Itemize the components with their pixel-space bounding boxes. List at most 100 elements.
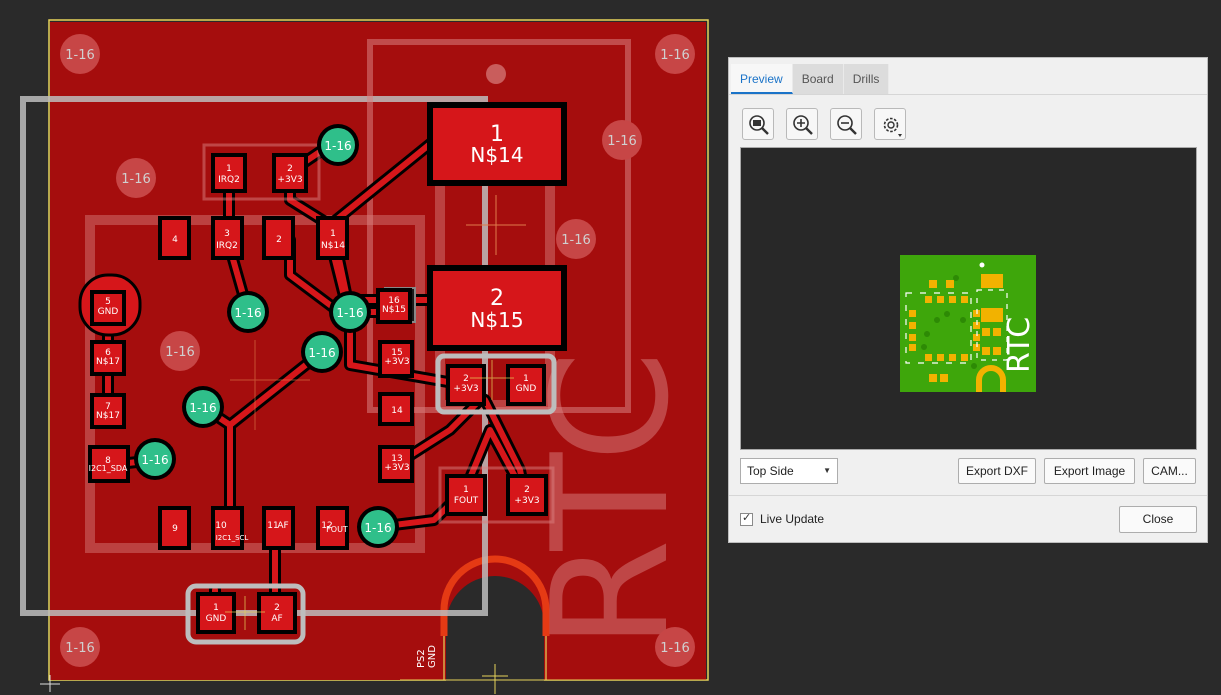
svg-text:1-16: 1-16 [364, 521, 391, 535]
svg-text:1-16: 1-16 [660, 641, 690, 656]
tab-drills[interactable]: Drills [843, 64, 890, 94]
pad-gnd-1: 1GND [196, 592, 236, 634]
pad-ic-11: 11AF [262, 506, 295, 550]
board-preview[interactable]: RTC [740, 147, 1197, 450]
svg-text:5: 5 [105, 297, 111, 307]
svg-text:IRQ2: IRQ2 [218, 175, 240, 185]
svg-text:1-16: 1-16 [324, 139, 351, 153]
pad-fout-3v3: 2+3V3 [506, 474, 548, 516]
tab-bar: Preview Board Drills [731, 64, 890, 94]
svg-text:14: 14 [391, 406, 403, 416]
pad-ic-1: 1 N$14 [316, 216, 349, 260]
pad-af-2: 2AF [257, 592, 297, 634]
svg-text:N$17: N$17 [96, 411, 120, 421]
zoom-in-icon [793, 115, 813, 135]
svg-text:1: 1 [463, 485, 469, 495]
live-update-label: Live Update [760, 512, 825, 526]
pad-fout: 1FOUT [445, 474, 487, 516]
export-image-button[interactable]: Export Image [1044, 458, 1135, 484]
zoom-out-icon [837, 115, 857, 135]
svg-text:2: 2 [524, 485, 530, 495]
svg-text:1-16: 1-16 [561, 233, 591, 248]
dialog-separator [729, 495, 1207, 496]
via: 1-16 [301, 331, 343, 373]
svg-text:2: 2 [274, 603, 280, 613]
export-dxf-button[interactable]: Export DXF [958, 458, 1036, 484]
svg-text:1: 1 [226, 164, 232, 174]
pad-n15[interactable]: 2 N$15 [427, 265, 567, 351]
zoom-fit-button[interactable] [742, 108, 774, 140]
pad-ic-10: 10 I2C1_SCL [211, 506, 248, 550]
svg-text:GND: GND [206, 614, 227, 624]
pad-ic-2: 2 [262, 216, 295, 260]
pad-j-gnd: 1GND [506, 364, 546, 406]
zoom-in-button[interactable] [786, 108, 818, 140]
svg-text:1-16: 1-16 [141, 453, 168, 467]
svg-text:2: 2 [276, 235, 282, 245]
live-update-checkbox[interactable]: ✓ [740, 512, 753, 526]
svg-text:1-16: 1-16 [336, 306, 363, 320]
svg-text:1-16: 1-16 [165, 345, 195, 360]
svg-text:N$15: N$15 [382, 305, 406, 315]
tab-preview[interactable]: Preview [731, 64, 793, 94]
svg-text:PS2: PS2 [416, 649, 427, 668]
svg-text:+3V3: +3V3 [384, 463, 409, 473]
svg-text:+3V3: +3V3 [453, 384, 478, 394]
side-select[interactable]: Top Side ▼ [740, 458, 838, 484]
svg-text:GND: GND [427, 645, 438, 668]
svg-text:+3V3: +3V3 [514, 496, 539, 506]
svg-text:1: 1 [523, 374, 529, 384]
svg-text:I2C1_SDA: I2C1_SDA [89, 464, 128, 473]
pad-ic-7: 7N$17 [90, 393, 126, 429]
svg-text:IRQ2: IRQ2 [216, 241, 238, 251]
pad-ic-6: 6N$17 [90, 340, 126, 376]
pad-ic-14: 14 [378, 392, 414, 426]
svg-text:1-16: 1-16 [234, 306, 261, 320]
pad-ic-3: 3 IRQ2 [211, 216, 244, 260]
svg-text:GND: GND [98, 307, 119, 317]
pad-irq2-1: 1IRQ2 [211, 153, 247, 193]
via: 1-16 [357, 506, 399, 548]
svg-text:3: 3 [224, 229, 230, 239]
svg-text:1-16: 1-16 [660, 48, 690, 63]
via: 1-16 [227, 291, 269, 333]
preview-render: RTC [900, 255, 1037, 392]
tab-board[interactable]: Board [792, 64, 844, 94]
pad-n14[interactable]: 1 N$14 [427, 102, 567, 186]
svg-text:N$14: N$14 [321, 241, 345, 251]
svg-text:N$14: N$14 [470, 143, 523, 167]
close-button[interactable]: Close [1119, 506, 1197, 533]
svg-text:FOUT: FOUT [326, 525, 348, 534]
svg-text:1-16: 1-16 [65, 48, 95, 63]
svg-text:10: 10 [215, 521, 227, 531]
svg-text:FOUT: FOUT [454, 496, 479, 506]
zoom-fit-icon [749, 115, 769, 135]
svg-text:N$17: N$17 [96, 357, 120, 367]
tab-divider [729, 94, 1207, 95]
svg-text:+3V3: +3V3 [384, 357, 409, 367]
settings-button[interactable] [874, 108, 906, 140]
svg-text:2: 2 [463, 374, 469, 384]
settings-icon [883, 117, 902, 137]
svg-text:1-16: 1-16 [607, 134, 637, 149]
cam-button[interactable]: CAM... [1143, 458, 1196, 484]
svg-text:1-16: 1-16 [121, 172, 151, 187]
svg-text:1-16: 1-16 [189, 401, 216, 415]
svg-text:9: 9 [172, 524, 178, 534]
svg-text:4: 4 [172, 235, 178, 245]
cam-preview-dialog: Preview Board Drills RTC Top Side ▼ Expo… [728, 57, 1208, 543]
svg-text:1: 1 [213, 603, 219, 613]
pad-ic-16: 16N$15 [376, 288, 412, 324]
via: 1-16 [317, 124, 359, 166]
svg-text:1-16: 1-16 [308, 346, 335, 360]
zoom-out-button[interactable] [830, 108, 862, 140]
pad-ic-5: 5GND [90, 290, 126, 326]
svg-text:1-16: 1-16 [65, 641, 95, 656]
pad-ic-13: 13+3V3 [378, 445, 414, 483]
checkmark-icon: ✓ [742, 512, 752, 524]
pin1-marker [486, 64, 506, 84]
svg-text:N$15: N$15 [470, 308, 523, 332]
svg-text:AF: AF [277, 521, 288, 531]
pad-ic-9: 9 [158, 506, 191, 550]
pad-ic-12: 12FOUT [316, 506, 349, 550]
